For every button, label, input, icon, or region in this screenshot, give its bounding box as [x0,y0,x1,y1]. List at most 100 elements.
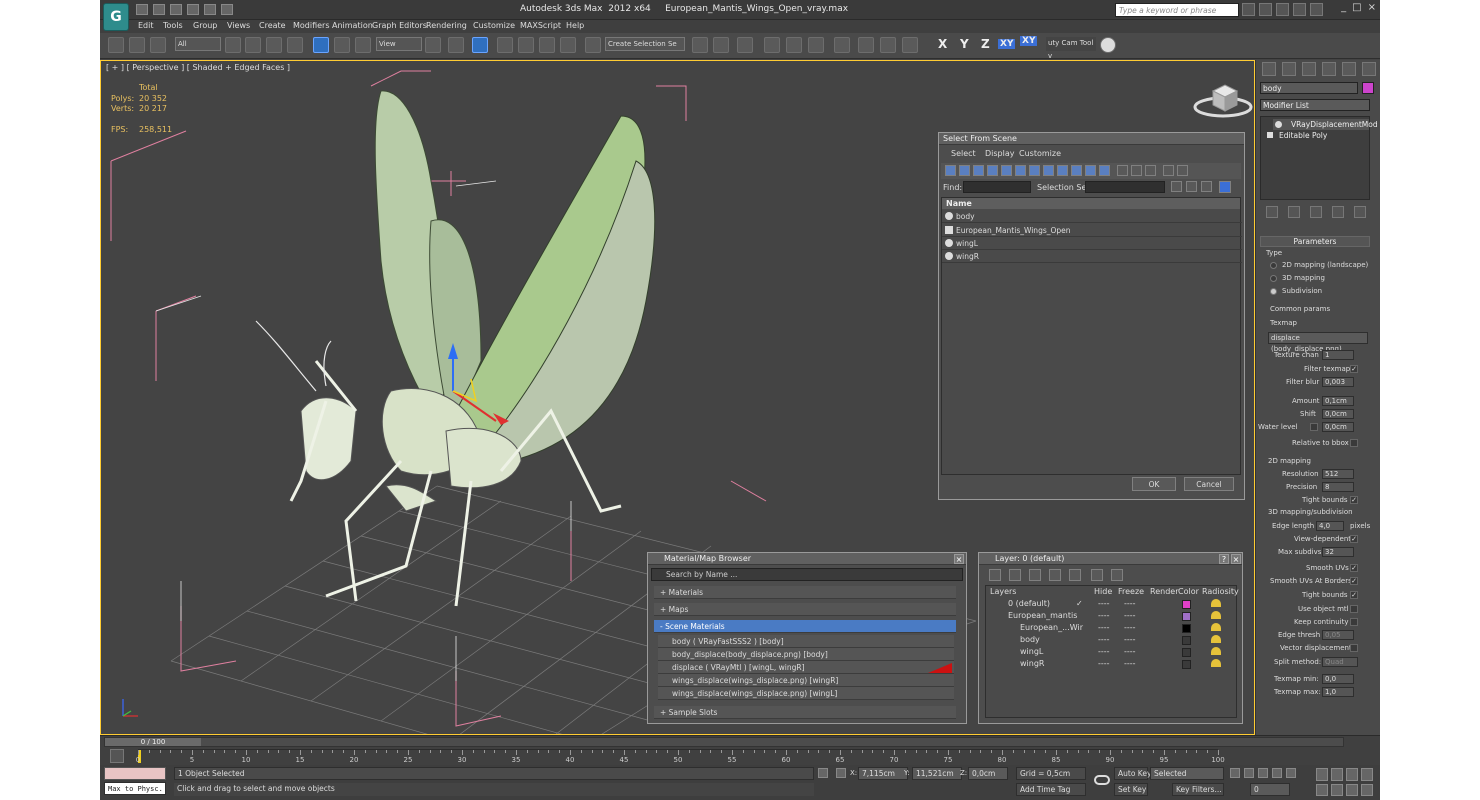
layer-freeze[interactable]: ---- [1124,635,1136,644]
layer-color-swatch[interactable] [1182,636,1191,645]
selection-lock-icon[interactable] [818,768,828,778]
z-coordinate-field[interactable]: 0,0cm [968,767,1008,780]
maximize-button[interactable]: □ [1352,2,1361,13]
layer-name[interactable]: European_...Wir [1020,623,1083,632]
link-icon[interactable] [108,37,124,53]
layer-name[interactable]: 0 (default) [1008,599,1050,608]
zoom-icon[interactable] [1316,768,1328,781]
close-button[interactable]: × [1368,2,1376,13]
smooth-uvs-checkbox[interactable]: ✓ [1350,564,1358,572]
material-editor-icon[interactable] [834,37,850,53]
align-icon[interactable] [713,37,729,53]
zoom-extents-icon[interactable] [1346,768,1358,781]
shift-spinner[interactable]: 0,0cm [1322,409,1354,419]
radiosity-lamp-icon[interactable] [1211,599,1221,607]
motion-tab-icon[interactable] [1322,62,1336,76]
resolution-spinner[interactable]: 512 [1322,469,1354,479]
highlight-selected-icon[interactable] [1069,569,1081,581]
layer-freeze[interactable]: ---- [1124,599,1136,608]
key-filters-button[interactable]: Key Filters... [1172,783,1224,796]
render-setup-icon[interactable] [858,37,874,53]
communication-icon[interactable] [1276,3,1289,16]
menu-create[interactable]: Create [259,21,286,30]
pin-stack-icon[interactable] [1266,206,1278,218]
layer-freeze[interactable]: ---- [1124,647,1136,656]
maximize-viewport-icon[interactable] [1361,783,1373,796]
modifier-list-dropdown[interactable]: Modifier List [1260,99,1370,111]
constrain-y-button[interactable]: Y [960,37,969,51]
utility-cam-tool[interactable]: uty Cam Tool v [1046,37,1096,60]
select-highlighted-icon[interactable] [1049,569,1061,581]
rectangular-selection-icon[interactable] [266,37,282,53]
display-hidden-icon[interactable] [1099,165,1110,176]
use-object-mtl-checkbox[interactable] [1350,605,1358,613]
keyboard-shortcut-override-icon[interactable] [472,37,488,53]
selset-select-icon[interactable] [1201,181,1212,192]
find-input[interactable] [963,181,1031,193]
configure-modifier-sets-icon[interactable] [1354,206,1366,218]
filter-texmap-checkbox[interactable]: ✓ [1350,365,1358,373]
selection-set-dropdown[interactable] [1085,181,1165,193]
object-name-field[interactable]: body [1260,82,1358,94]
texture-chan-spinner[interactable]: 1 [1322,350,1354,360]
split-method-dropdown[interactable]: Quad [1322,657,1358,667]
keep-continuity-checkbox[interactable] [1350,618,1358,626]
precision-spinner[interactable]: 8 [1322,482,1354,492]
layer-freeze[interactable]: ---- [1124,611,1136,620]
graphite-ribbon-icon[interactable] [764,37,780,53]
next-frame-icon[interactable] [1272,768,1282,778]
selset-add-icon[interactable] [1171,181,1182,192]
menu-rendering[interactable]: Rendering [426,21,467,30]
material-row[interactable]: wings_displace(wings_displace.png) [wing… [658,687,954,700]
current-frame-field[interactable]: 0 [1250,783,1290,796]
zoom-extents-all-icon[interactable] [1361,768,1373,781]
layer-help-button[interactable]: ? [1219,554,1229,564]
filter-settings-icon[interactable] [1177,165,1188,176]
edge-thresh-spinner[interactable]: 0,05 [1322,630,1354,640]
object-row-body[interactable]: body [942,210,1242,223]
display-all-icon[interactable] [1117,165,1128,176]
spinner-snap-icon[interactable] [560,37,576,53]
material-row[interactable]: wings_displace(wings_displace.png) [wing… [658,674,954,687]
layer-close-button[interactable]: × [1231,554,1241,564]
display-cameras-icon[interactable] [987,165,998,176]
radio-2d-mapping[interactable] [1270,262,1277,269]
display-geometry-icon[interactable] [945,165,956,176]
section-maps[interactable]: + Maps [654,603,956,616]
object-row-wingl[interactable]: wingL [942,237,1242,250]
section-materials[interactable]: + Materials [654,586,956,599]
col-freeze[interactable]: Freeze [1118,587,1144,596]
smooth-uvs-borders-checkbox[interactable]: ✓ [1350,577,1358,585]
radiosity-lamp-icon[interactable] [1211,635,1221,643]
favorites-icon[interactable] [1293,3,1306,16]
material-row[interactable]: displace ( VRayMtl ) [wingL, wingR] [658,661,954,674]
max-subdivs-spinner[interactable]: 32 [1322,547,1354,557]
relative-bbox-checkbox[interactable] [1350,439,1358,447]
create-layer-icon[interactable] [989,569,1001,581]
radiosity-lamp-icon[interactable] [1211,647,1221,655]
unlink-icon[interactable] [129,37,145,53]
go-to-start-icon[interactable] [1230,768,1240,778]
hide-all-layers-icon[interactable] [1091,569,1103,581]
constrain-x-button[interactable]: X [938,37,947,51]
mirror-icon[interactable] [692,37,708,53]
modify-tab-icon[interactable] [1282,62,1296,76]
minimize-button[interactable]: _ [1341,2,1346,13]
sfs-menu-display[interactable]: Display [985,149,1015,158]
layer-freeze[interactable]: ---- [1124,659,1136,668]
display-lights-icon[interactable] [973,165,984,176]
undo-icon[interactable] [187,4,199,15]
layer-hide[interactable]: ---- [1098,659,1110,668]
layer-dialog-title[interactable]: Layer: 0 (default) [979,553,1242,565]
pan-icon[interactable] [1331,783,1343,796]
water-level-checkbox[interactable] [1310,423,1318,431]
x-coordinate-field[interactable]: 7,115cm [858,767,908,780]
schematic-view-icon[interactable] [808,37,824,53]
constrain-xy-cycle-button[interactable]: XY [1020,36,1038,46]
stack-item-editable-poly[interactable]: Editable Poly [1265,130,1369,141]
freeze-all-layers-icon[interactable] [1111,569,1123,581]
absolute-mode-icon[interactable] [836,768,846,778]
filter-blur-spinner[interactable]: 0,003 [1322,377,1354,387]
cancel-button[interactable]: Cancel [1184,477,1234,491]
auto-key-button[interactable]: Auto Key [1114,767,1151,780]
